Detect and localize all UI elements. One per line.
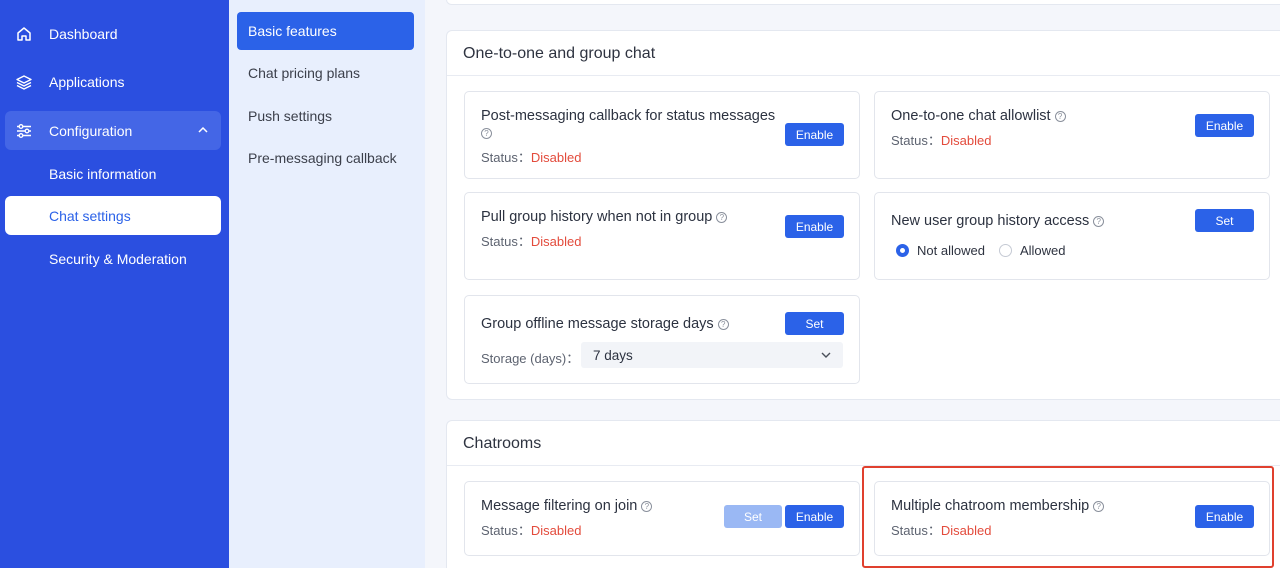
status-value: Disabled (530, 523, 582, 538)
submenu-item-pre-messaging-callback[interactable]: Pre-messaging callback (237, 139, 414, 177)
submenu-item-push-settings[interactable]: Push settings (237, 97, 414, 135)
layers-icon (16, 75, 32, 90)
section-title: Chatrooms (463, 435, 542, 452)
help-icon[interactable]: ? (481, 128, 492, 139)
section-title: One-to-one and group chat (463, 45, 656, 62)
submenu-item-chat-pricing-plans[interactable]: Chat pricing plans (237, 54, 414, 92)
status-text: Status：Disabled (481, 231, 581, 250)
sidebar: Dashboard Applications Configuration Bas… (0, 0, 229, 568)
status-label: Status： (481, 150, 531, 165)
card-title: Message filtering on join? (481, 498, 653, 514)
status-text: Status：Disabled (481, 520, 581, 539)
chevron-down-icon (821, 352, 831, 358)
card-title-text: Message filtering on join (481, 498, 638, 514)
card-title-text: New user group history access (891, 213, 1090, 229)
set-button[interactable]: Set (724, 505, 782, 528)
card-one-to-one-allowlist: One-to-one chat allowlist? Status：Disabl… (874, 91, 1270, 179)
home-icon (17, 27, 31, 41)
submenu-item-label: Push settings (248, 108, 333, 124)
divider (447, 75, 1280, 76)
help-icon[interactable]: ? (641, 501, 653, 512)
card-message-filtering: Message filtering on join? Status：Disabl… (464, 481, 860, 556)
set-button[interactable]: Set (785, 312, 844, 335)
card-title: New user group history access? (891, 213, 1105, 229)
card-title-text: Pull group history when not in group (481, 209, 713, 225)
help-icon[interactable]: ? (1054, 111, 1066, 122)
storage-days-select[interactable]: 7 days (581, 342, 843, 368)
status-label: Status： (481, 234, 531, 249)
card-title: Group offline message storage days? (481, 316, 729, 332)
submenu-item-label: Basic features (248, 23, 337, 39)
card-title: Post-messaging callback for status messa… (481, 108, 776, 124)
highlight-box (862, 466, 1274, 568)
select-value: 7 days (593, 347, 633, 363)
status-text: Status：Disabled (481, 147, 581, 166)
card-new-user-group-history: New user group history access? Not allow… (874, 192, 1270, 280)
storage-label: Storage (days)： (481, 351, 580, 366)
sidebar-item-label: Configuration (49, 122, 133, 139)
sidebar-subitem-security-moderation[interactable]: Security & Moderation (5, 239, 221, 278)
status-value: Disabled (530, 150, 582, 165)
sidebar-subitem-basic-information[interactable]: Basic information (5, 154, 221, 193)
card-title: Pull group history when not in group? (481, 209, 728, 225)
card-title-text: One-to-one chat allowlist (891, 108, 1051, 124)
card-pull-group-history: Pull group history when not in group? St… (464, 192, 860, 280)
card-offline-storage-days: Group offline message storage days? Stor… (464, 295, 860, 384)
sidebar-item-dashboard[interactable]: Dashboard (5, 14, 221, 53)
sidebar-subitem-label: Basic information (49, 165, 157, 182)
chevron-up-icon[interactable] (197, 124, 209, 136)
enable-button[interactable]: Enable (785, 123, 844, 146)
help-icon[interactable]: ? (717, 319, 729, 330)
previous-section-card (446, 0, 1280, 5)
status-value: Disabled (530, 234, 582, 249)
card-post-messaging-callback: Post-messaging callback for status messa… (464, 91, 860, 179)
radio-group: Not allowed Allowed (896, 243, 1065, 258)
enable-button[interactable]: Enable (785, 505, 844, 528)
set-button[interactable]: Set (1195, 209, 1254, 232)
settings-submenu: Basic features Chat pricing plans Push s… (229, 0, 425, 568)
status-label: Status： (481, 523, 531, 538)
radio-label: Allowed (1019, 243, 1066, 258)
sidebar-item-label: Dashboard (49, 25, 118, 42)
card-title: One-to-one chat allowlist? (891, 108, 1066, 124)
sidebar-item-label: Applications (49, 73, 125, 90)
sidebar-subitem-label: Chat settings (49, 207, 131, 224)
help-icon[interactable]: ? (716, 212, 728, 223)
sidebar-item-configuration[interactable]: Configuration (5, 111, 221, 150)
status-text: Status：Disabled (891, 130, 991, 149)
sidebar-subitem-chat-settings[interactable]: Chat settings (5, 196, 221, 235)
sidebar-subitem-label: Security & Moderation (49, 250, 187, 267)
status-label: Status： (891, 133, 941, 148)
enable-button[interactable]: Enable (1195, 114, 1254, 137)
enable-button[interactable]: Enable (785, 215, 844, 238)
section-one-to-one-group-chat: One-to-one and group chat Post-messaging… (446, 30, 1280, 400)
status-value: Disabled (940, 133, 992, 148)
radio-not-allowed[interactable] (896, 244, 909, 257)
card-title-text: Group offline message storage days (481, 316, 714, 332)
radio-label: Not allowed (917, 243, 985, 258)
radio-allowed[interactable] (998, 244, 1012, 257)
sidebar-item-applications[interactable]: Applications (5, 62, 221, 101)
submenu-item-basic-features[interactable]: Basic features (237, 12, 414, 50)
submenu-item-label: Pre-messaging callback (248, 150, 397, 166)
help-icon[interactable]: ? (1093, 216, 1105, 227)
sliders-icon (17, 124, 31, 138)
submenu-item-label: Chat pricing plans (248, 65, 361, 81)
